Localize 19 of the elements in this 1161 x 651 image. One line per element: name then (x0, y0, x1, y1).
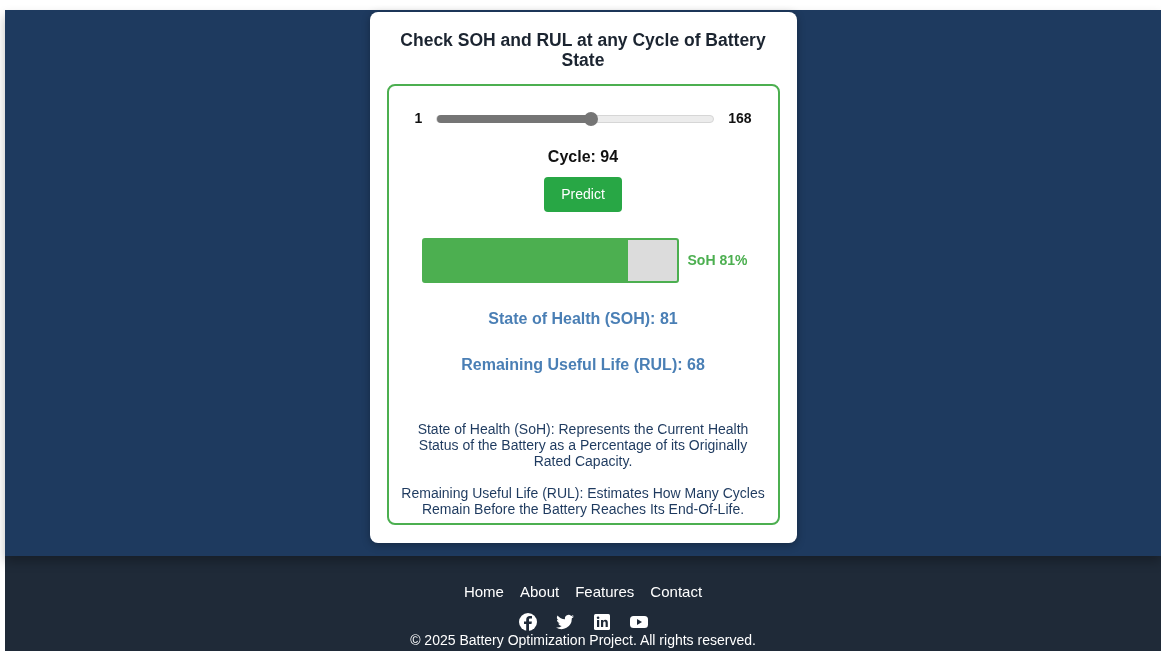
cycle-slider[interactable] (436, 114, 715, 123)
footer-link[interactable]: About (519, 583, 560, 600)
footer-link[interactable]: Contact (650, 583, 703, 600)
description-text: State of Health (SoH): Represents the Current Health Status of the Battery as a Percentage of its Originally Rated Capacity. (416, 421, 750, 469)
description-text: Remaining Useful Life (RUL): Estimates How Many Cycles Remain Before the Battery Reaches Its End-Of-Life. (400, 485, 766, 517)
copyright-text: © 2025 Battery Optimization Project. All rights reserved. (410, 631, 756, 650)
slider-thumb[interactable] (583, 111, 598, 126)
result-text: State of Health (SOH): 81 (487, 309, 679, 329)
soh-label: SoH 81% (687, 251, 748, 270)
result-text: Remaining Useful Life (RUL): 68 (460, 355, 706, 375)
card-title: Check SOH and RUL at any Cycle of Battery State (399, 30, 767, 70)
linkedin-icon[interactable] (591, 612, 612, 632)
twitter-icon[interactable] (554, 612, 575, 632)
facebook-icon[interactable] (517, 612, 538, 632)
footer-link[interactable]: Home (463, 583, 504, 600)
min-label: 1 (414, 109, 423, 128)
footer-link[interactable]: Features (575, 583, 635, 600)
max-label: 168 (728, 109, 752, 128)
cycle-label: Cycle: 94 (546, 147, 620, 167)
